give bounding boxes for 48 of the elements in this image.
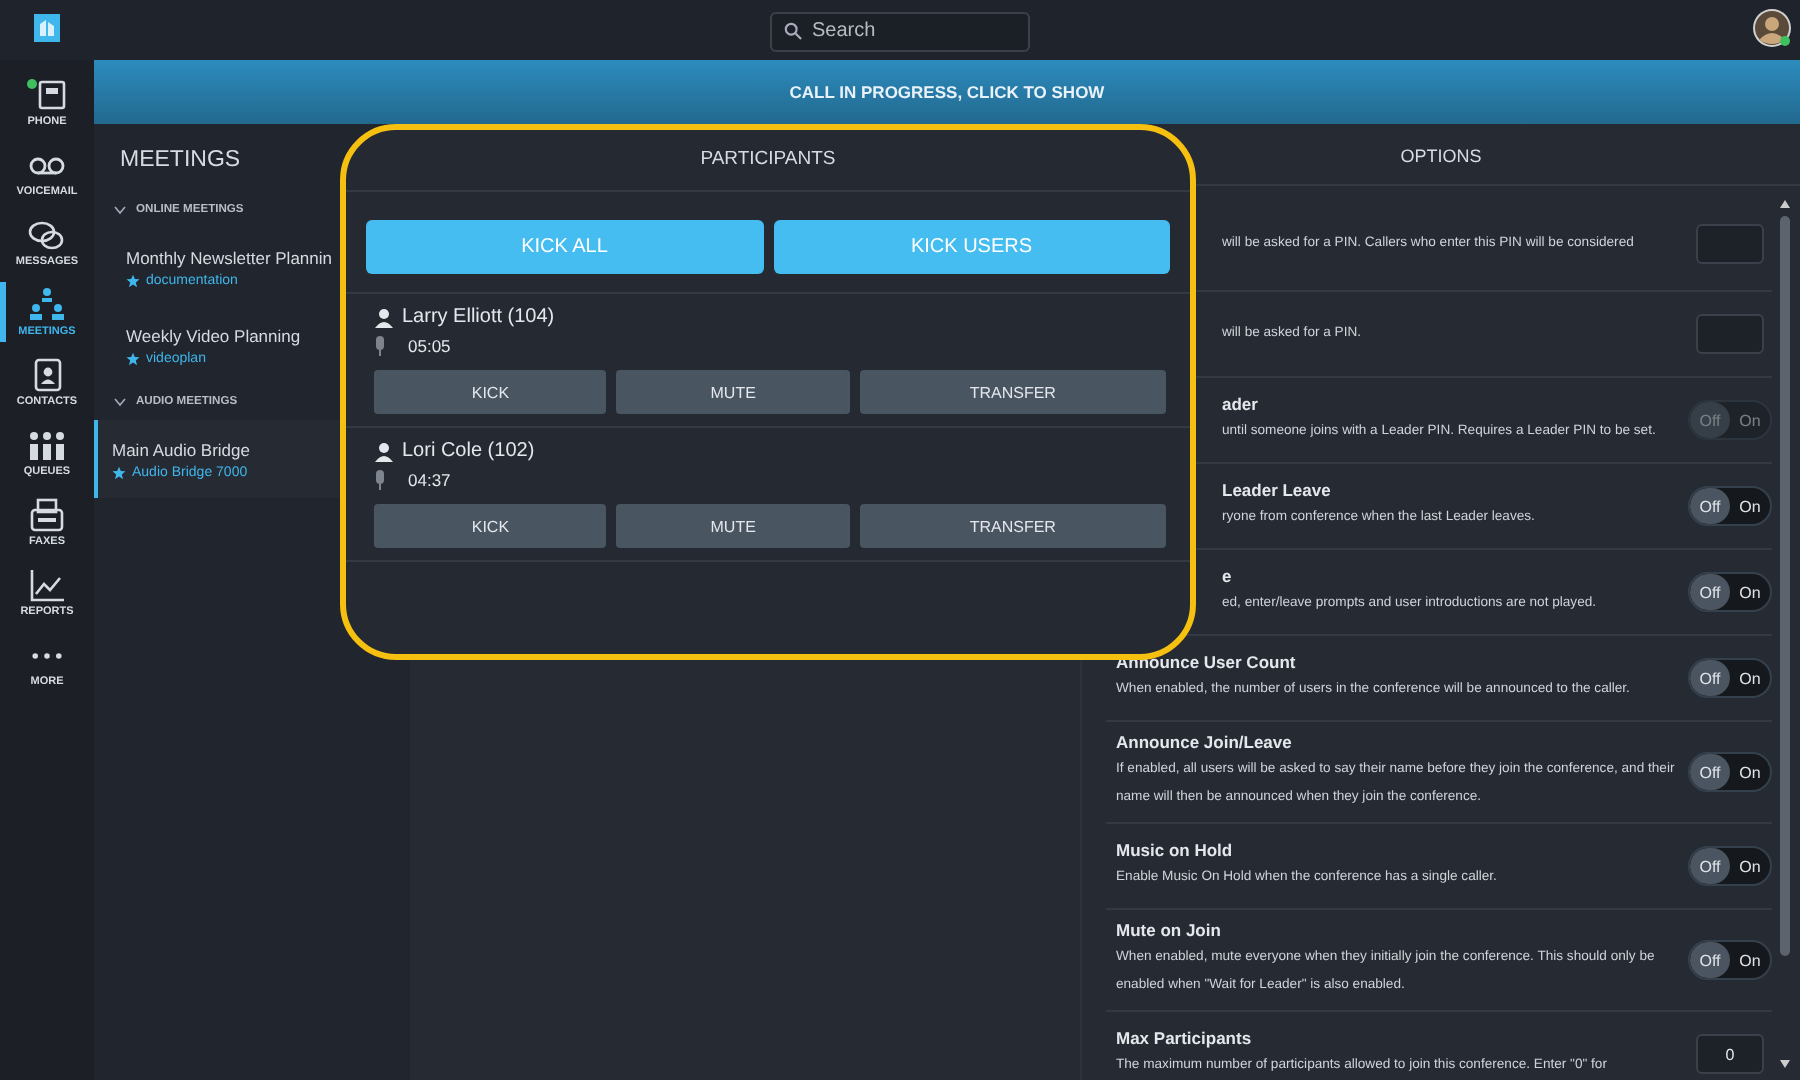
option-title: Mute on Join (1116, 920, 1223, 940)
star-icon (126, 274, 140, 288)
off-on-toggle[interactable]: Off On (1688, 752, 1772, 792)
option-input[interactable] (1696, 224, 1764, 264)
chevron-icon (114, 204, 126, 216)
participant-name: Larry Elliott (104) (402, 306, 555, 328)
option-title: Leader Leave (1222, 480, 1333, 500)
microphone-icon (374, 336, 386, 356)
call-banner[interactable]: CALL IN PROGRESS, CLICK TO SHOW (94, 60, 1800, 124)
participant-action-button[interactable]: TRANSFER (859, 370, 1167, 414)
logo-icon (34, 14, 60, 42)
search-field[interactable]: Search (770, 11, 1030, 51)
messages-icon (26, 216, 68, 254)
more-icon (32, 652, 62, 660)
off-on-toggle[interactable]: Off On (1688, 658, 1772, 698)
option-title: Announce Join/Leave (1116, 732, 1294, 752)
participant-action-button[interactable]: MUTE (616, 504, 850, 548)
off-on-toggle[interactable]: Off On (1688, 846, 1772, 886)
person-icon (374, 441, 394, 461)
meetings-title: MEETINGS (118, 146, 243, 176)
participant-action-button[interactable]: MUTE (616, 370, 850, 414)
option-input[interactable] (1696, 314, 1764, 354)
meetings-icon (26, 286, 68, 324)
queues-icon (26, 426, 68, 464)
reports-icon (26, 566, 68, 604)
star-icon (112, 466, 126, 480)
option-title: e (1222, 566, 1234, 586)
microphone-icon (374, 470, 386, 490)
phone-icon (26, 76, 68, 114)
off-on-toggle[interactable]: Off On (1688, 486, 1772, 526)
participant-action-button[interactable]: KICK (374, 370, 607, 414)
person-icon (374, 307, 394, 327)
participant-action-button[interactable]: KICK (374, 504, 607, 548)
option-title: Max Participants (1116, 1028, 1254, 1048)
off-on-toggle[interactable]: Off On (1688, 940, 1772, 980)
option-title: Music on Hold (1116, 840, 1235, 860)
participant-action-button[interactable]: TRANSFER (859, 504, 1167, 548)
off-on-toggle[interactable]: Off On (1688, 572, 1772, 612)
star-icon (126, 352, 140, 366)
call-duration: 05:05 (408, 336, 451, 356)
avatar[interactable] (1752, 8, 1792, 48)
chevron-icon (114, 396, 126, 408)
option-title: ader (1222, 394, 1260, 414)
faxes-icon (26, 496, 68, 534)
call-duration: 04:37 (408, 470, 451, 490)
option-input[interactable]: 0 (1696, 1034, 1764, 1074)
participants-title: PARTICIPANTS (346, 130, 1190, 192)
search-icon (784, 22, 802, 40)
